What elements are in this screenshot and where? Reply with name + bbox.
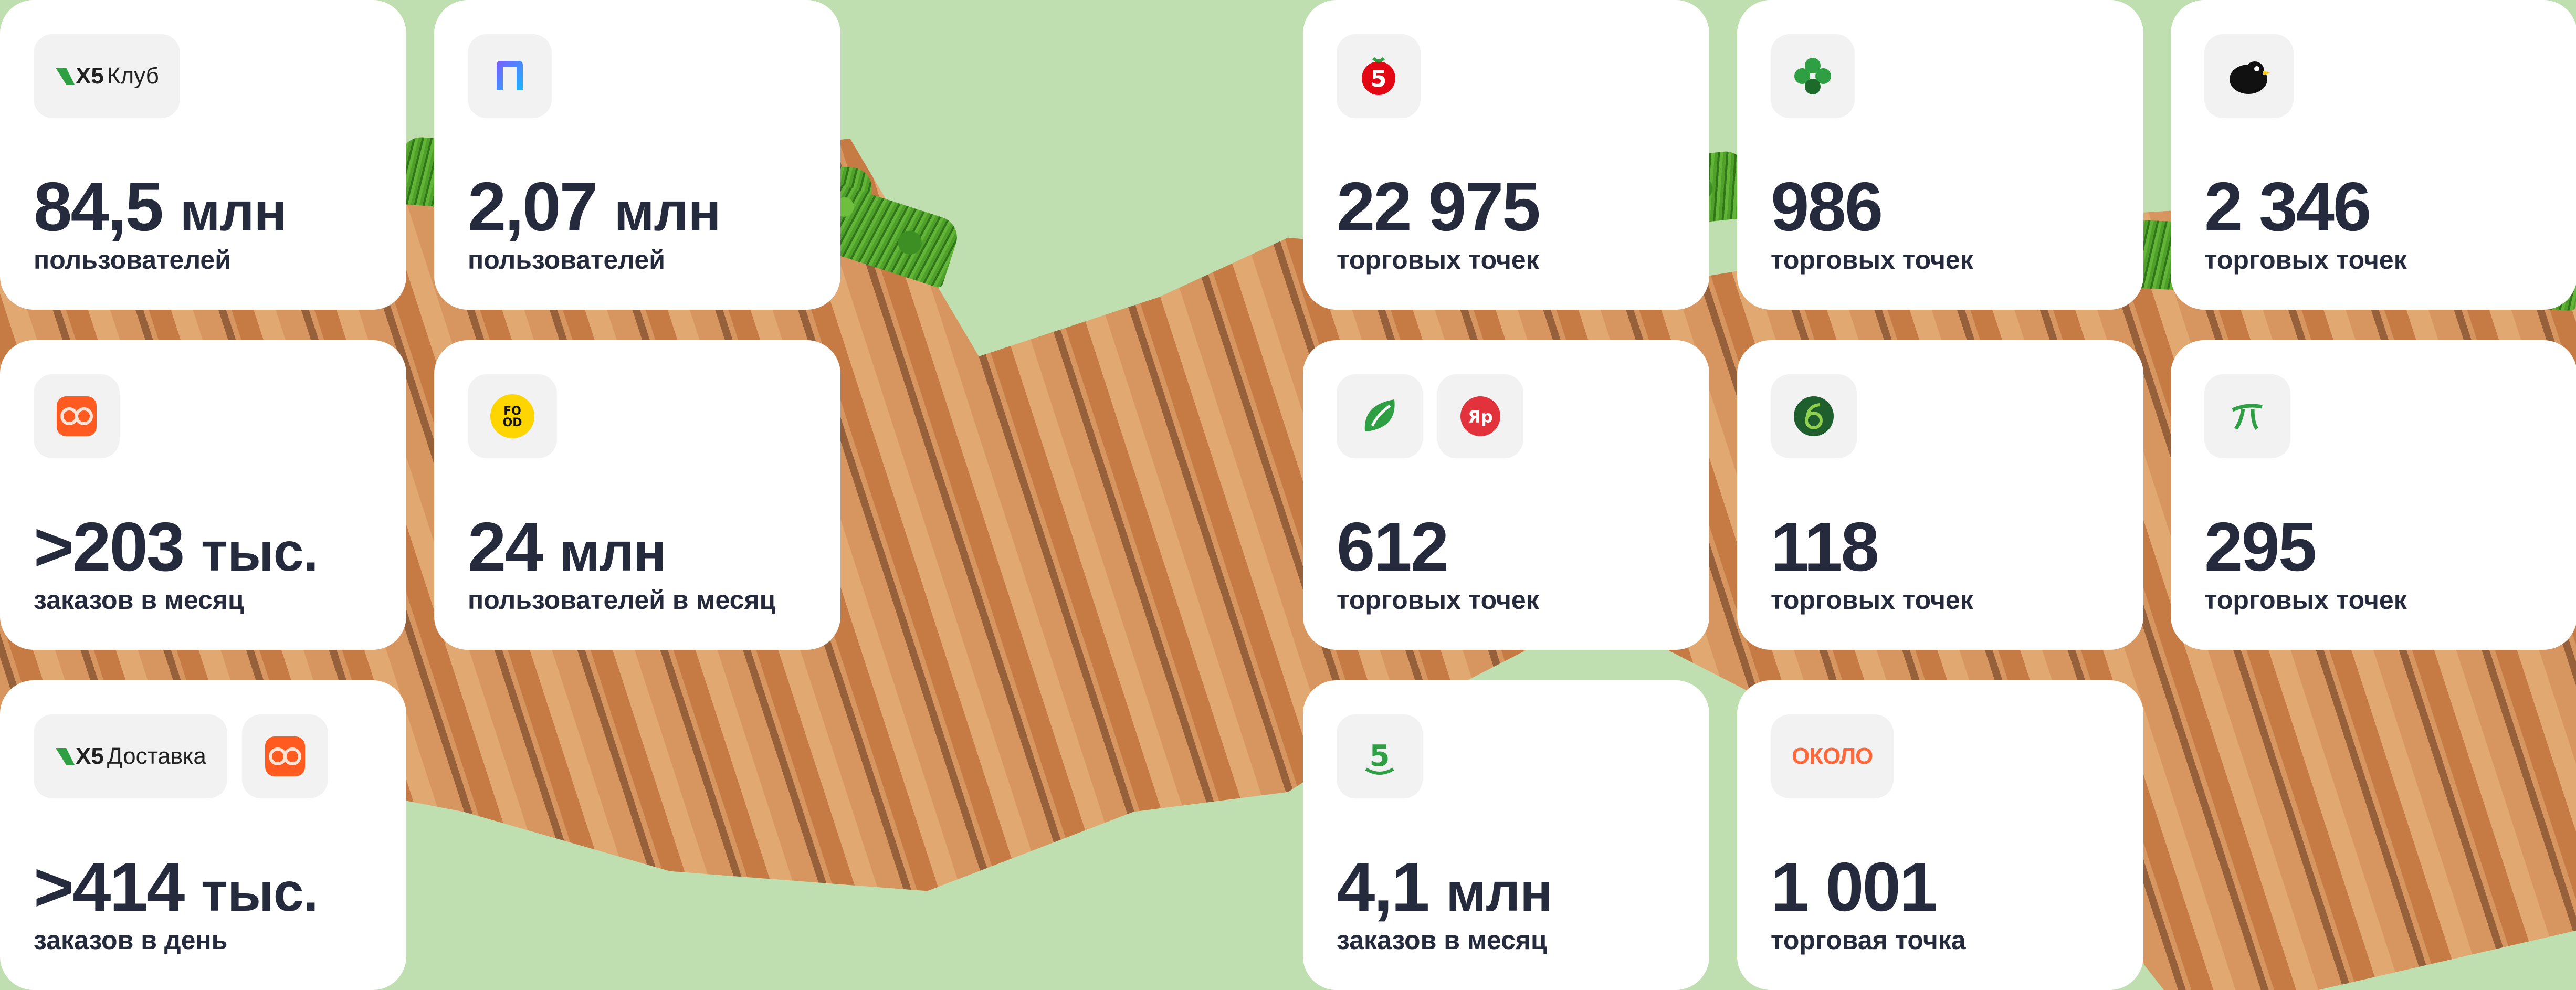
mnogo-lososya-logo: [241, 714, 328, 798]
stat-card-pyaterochka: 5 22 975 торговых точек: [1303, 0, 1709, 310]
x5-club-logo: X5 Клуб: [34, 34, 180, 118]
svg-text:5: 5: [1371, 66, 1387, 92]
chizhik-logo: [2204, 34, 2294, 118]
stat-card-vprok-yarche: Яр 612 торговых точек: [1303, 340, 1709, 650]
green-clover-icon: [1794, 58, 1831, 94]
stat-label: торговых точек: [2204, 585, 2407, 615]
stat-value: 4,1 млн: [1337, 848, 1553, 925]
pyaterochka-delivery-logo: 5: [1337, 714, 1423, 798]
stat-label: торговых точек: [1337, 585, 1539, 615]
x5-leaf-icon: [56, 68, 75, 85]
stat-value: 1 001: [1771, 848, 1938, 925]
stat-card-vyruchai: 295 торговых точек: [2171, 340, 2576, 650]
gradient-p-icon: [497, 61, 523, 90]
green-b-circle-icon: [1794, 396, 1834, 436]
green-pi-icon: [2232, 404, 2263, 430]
green-five-icon: 5: [1365, 739, 1394, 775]
orange-salmon-icon: [57, 396, 97, 436]
mnogo-lososya-logo: [34, 374, 120, 458]
orange-salmon-icon: [265, 736, 305, 776]
stat-value: 986: [1771, 168, 1883, 245]
x5-leaf-icon: [56, 748, 75, 765]
stat-value: 612: [1337, 508, 1449, 585]
x5-delivery-logo: X5 Доставка: [34, 714, 227, 798]
stat-card-food-ru: FO OD 24 млн пользователей в месяц: [434, 340, 840, 650]
stat-value: 295: [2204, 508, 2317, 585]
stat-label: заказов в день: [34, 925, 228, 955]
stat-card-chizhik: 2 346 торговых точек: [2171, 0, 2576, 310]
stat-card-x5-club: X5 Клуб 84,5 млн пользователей: [0, 0, 406, 310]
stat-value: >414 тыс.: [34, 848, 319, 925]
svg-text:OD: OD: [503, 416, 522, 429]
green-leaf-icon: [1364, 399, 1395, 431]
stat-label: заказов в месяц: [1337, 925, 1547, 955]
stat-label: пользователей в месяц: [468, 585, 776, 615]
stat-label: торговая точка: [1771, 925, 1966, 955]
stat-label: торговых точек: [1771, 245, 1973, 275]
pyaterochka-logo: 5: [1337, 34, 1421, 118]
stat-label: торговых точек: [1337, 245, 1539, 275]
black-bird-icon: [2230, 61, 2270, 94]
stat-label: пользователей: [34, 245, 231, 275]
stat-value: 2 346: [2204, 168, 2371, 245]
okolo-logo: ОКОЛО: [1771, 714, 1894, 798]
stat-value: 118: [1771, 508, 1879, 585]
stat-card-perekrestok: 986 торговых точек: [1737, 0, 2143, 310]
food-ru-logo: FO OD: [468, 374, 557, 458]
red-five-icon: 5: [1362, 57, 1395, 95]
stat-label: торговых точек: [1771, 585, 1973, 615]
vyruchai-logo: [2204, 374, 2290, 458]
stat-label: пользователей: [468, 245, 665, 275]
stat-value: >203 тыс.: [34, 508, 319, 585]
stat-card-pyaterochka-plus: 2,07 млн пользователей: [434, 0, 840, 310]
vprok-logo: [1337, 374, 1423, 458]
stat-card-mnogo-lososya: >203 тыс. заказов в месяц: [0, 340, 406, 650]
stat-card-x5-delivery: X5 Доставка >414 тыс. заказов в день: [0, 680, 406, 990]
stat-card-pyaterochka-delivery: 5 4,1 млн заказов в месяц: [1303, 680, 1709, 990]
stat-value: 22 975: [1337, 168, 1541, 245]
stat-label: заказов в месяц: [34, 585, 244, 615]
karusel-logo: [1771, 374, 1857, 458]
perekrestok-logo: [1771, 34, 1855, 118]
stat-label: торговых точек: [2204, 245, 2407, 275]
svg-text:5: 5: [1370, 739, 1390, 773]
stat-card-karusel: 118 торговых точек: [1737, 340, 2143, 650]
stat-value: 24 млн: [468, 508, 666, 585]
pyaterochka-plus-logo: [468, 34, 552, 118]
yarche-red-circle-icon: Яр: [1460, 396, 1500, 436]
svg-text:Яр: Яр: [1468, 407, 1493, 427]
food-yellow-circle-icon: FO OD: [490, 394, 534, 438]
yarche-logo: Яр: [1437, 374, 1523, 458]
stat-card-okolo: ОКОЛО 1 001 торговая точка: [1737, 680, 2143, 990]
stat-value: 84,5 млн: [34, 168, 287, 245]
stat-value: 2,07 млн: [468, 168, 721, 245]
